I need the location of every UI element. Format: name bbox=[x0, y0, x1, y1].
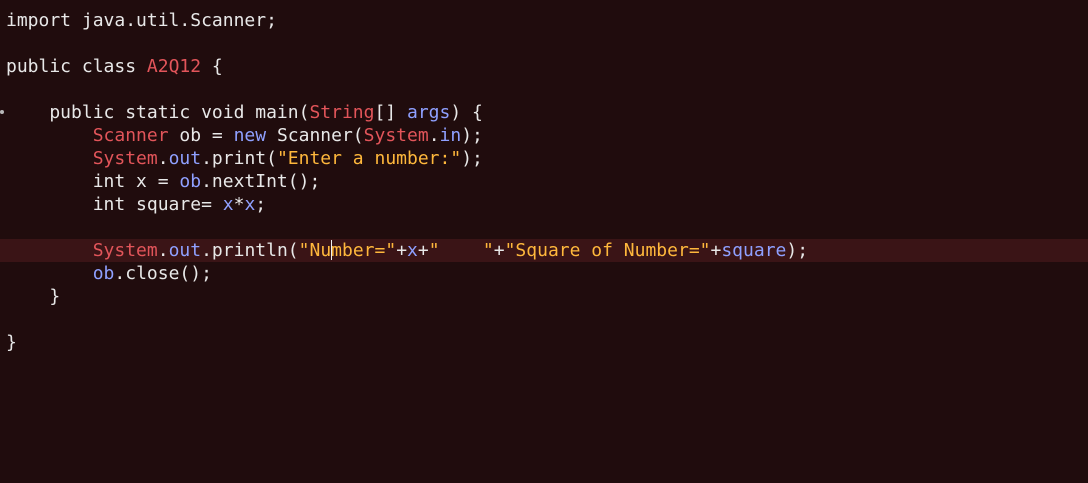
code-line[interactable]: public class A2Q12 { bbox=[0, 55, 1088, 78]
code-text: } bbox=[6, 331, 17, 354]
code-token: } bbox=[6, 332, 17, 353]
code-token: + bbox=[417, 240, 429, 261]
code-line[interactable]: } bbox=[0, 285, 1088, 308]
code-token: ); bbox=[461, 125, 483, 146]
code-token: "Nu bbox=[298, 240, 332, 261]
code-token: A2Q12 bbox=[146, 56, 202, 77]
code-token: int x = bbox=[6, 171, 180, 192]
code-line[interactable]: System.out.print("Enter a number:"); bbox=[0, 147, 1088, 170]
code-line[interactable]: int x = ob.nextInt(); bbox=[0, 170, 1088, 193]
code-line[interactable]: import java.util.Scanner; bbox=[0, 9, 1088, 32]
code-token: .close(); bbox=[114, 263, 212, 284]
code-text: int x = ob.nextInt(); bbox=[6, 170, 321, 193]
code-token: "Enter a number:" bbox=[276, 148, 462, 169]
code-line[interactable]: ob.close(); bbox=[0, 262, 1088, 285]
code-text: Scanner ob = new Scanner(System.in); bbox=[6, 124, 483, 147]
code-line[interactable] bbox=[0, 32, 1088, 55]
code-token: square bbox=[721, 240, 787, 261]
code-text: int square= x*x; bbox=[6, 193, 266, 216]
code-token: . bbox=[428, 125, 440, 146]
code-token: x bbox=[407, 240, 418, 261]
code-token: ob bbox=[179, 171, 202, 192]
code-line[interactable]: public static void main(String[] args) { bbox=[0, 101, 1088, 124]
code-token: ); bbox=[786, 240, 809, 261]
code-line[interactable]: } bbox=[0, 331, 1088, 354]
code-token: System bbox=[92, 240, 158, 261]
code-token: System bbox=[363, 125, 429, 146]
code-token: ob bbox=[92, 263, 115, 284]
code-token: .println( bbox=[201, 240, 299, 261]
code-token: { bbox=[201, 56, 223, 77]
code-text: } bbox=[6, 285, 60, 308]
code-text: import java.util.Scanner; bbox=[6, 9, 277, 32]
current-code-line[interactable]: System.out.println("Number="+x+" "+"Squa… bbox=[0, 239, 1088, 262]
code-text: public class A2Q12 { bbox=[6, 55, 223, 78]
code-token: [] bbox=[374, 102, 407, 123]
code-token: ); bbox=[461, 148, 483, 169]
code-token: Scanner( bbox=[266, 125, 364, 146]
code-token: out bbox=[168, 240, 202, 261]
code-token: . bbox=[157, 148, 169, 169]
code-token: ) { bbox=[450, 102, 483, 123]
code-token: String bbox=[309, 102, 375, 123]
code-token: out bbox=[168, 148, 202, 169]
code-token: " " bbox=[428, 240, 494, 261]
code-token: . bbox=[157, 240, 169, 261]
code-token: .nextInt(); bbox=[201, 171, 321, 192]
code-token: } bbox=[6, 286, 61, 307]
code-token: import java.util.Scanner; bbox=[6, 10, 277, 31]
code-token: + bbox=[493, 240, 505, 261]
code-token: .print( bbox=[201, 148, 277, 169]
code-token: * bbox=[233, 194, 245, 215]
code-token: new bbox=[233, 125, 267, 146]
code-token: public static void main( bbox=[6, 102, 310, 123]
code-token: mber=" bbox=[331, 240, 397, 261]
code-token: x bbox=[244, 194, 256, 215]
code-line[interactable] bbox=[0, 78, 1088, 101]
code-token: + bbox=[396, 240, 408, 261]
code-token: int square= bbox=[6, 194, 223, 215]
code-line[interactable] bbox=[0, 308, 1088, 331]
code-text: public static void main(String[] args) { bbox=[6, 101, 483, 124]
code-token: + bbox=[710, 240, 722, 261]
code-token: Scanner bbox=[92, 125, 169, 146]
code-token: x bbox=[222, 194, 234, 215]
code-text: System.out.print("Enter a number:"); bbox=[6, 147, 483, 170]
code-line[interactable]: Scanner ob = new Scanner(System.in); bbox=[0, 124, 1088, 147]
code-token: in bbox=[439, 125, 462, 146]
code-text: ob.close(); bbox=[6, 262, 212, 285]
code-token: public class bbox=[6, 56, 147, 77]
code-token: "Square of Number=" bbox=[504, 240, 711, 261]
fold-marker-icon[interactable] bbox=[0, 110, 4, 114]
code-token: System bbox=[92, 148, 158, 169]
code-token: args bbox=[406, 102, 451, 123]
code-line[interactable] bbox=[0, 216, 1088, 239]
code-token: ; bbox=[255, 194, 267, 215]
code-line[interactable]: int square= x*x; bbox=[0, 193, 1088, 216]
code-editor[interactable]: import java.util.Scanner; public class A2… bbox=[0, 0, 1088, 483]
code-token: ob = bbox=[168, 125, 234, 146]
code-text: System.out.println("Number="+x+" "+"Squa… bbox=[6, 239, 808, 262]
